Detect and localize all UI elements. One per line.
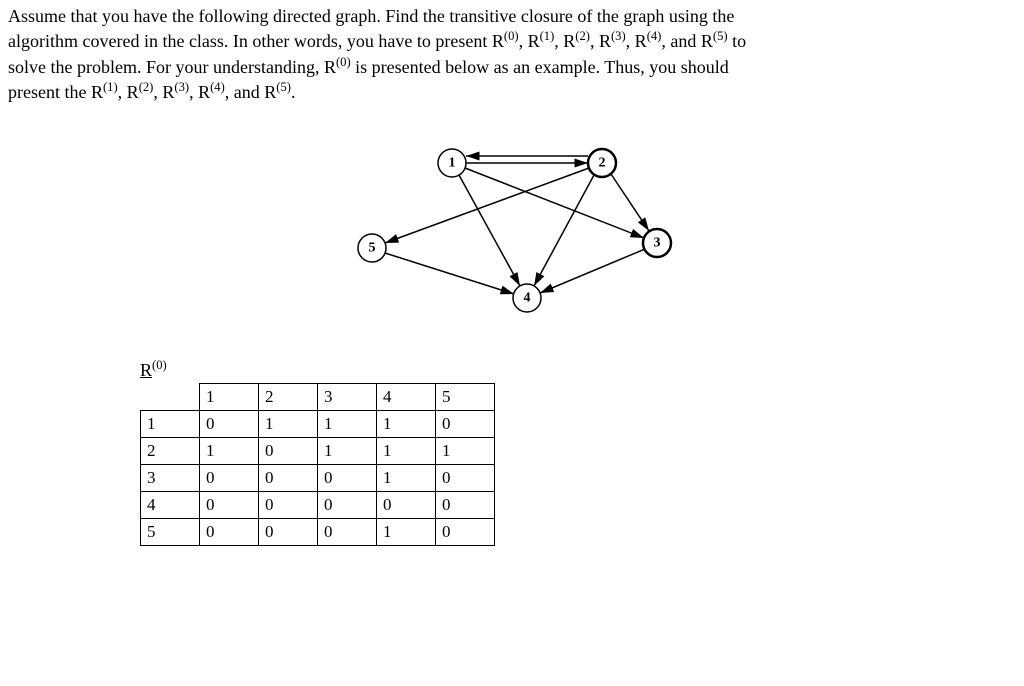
cell: 0 — [200, 465, 259, 492]
text: . — [291, 82, 296, 102]
cell: 1 — [436, 438, 495, 465]
text: , R — [519, 31, 540, 51]
cell: 0 — [436, 465, 495, 492]
text: present the R — [8, 82, 103, 102]
sup: (2) — [139, 80, 154, 94]
row-header: 2 — [141, 438, 200, 465]
col-header: 1 — [200, 384, 259, 411]
cell: 0 — [318, 519, 377, 546]
cell: 1 — [318, 438, 377, 465]
graph-node-1: 1 — [449, 156, 456, 171]
matrix-label-sup: (0) — [152, 358, 167, 372]
text: to — [728, 31, 747, 51]
row-header: 5 — [141, 519, 200, 546]
sup: (1) — [103, 80, 118, 94]
text: , R — [189, 82, 210, 102]
cell: 1 — [377, 465, 436, 492]
graph-node-3: 3 — [654, 236, 661, 251]
sup: (1) — [540, 29, 555, 43]
cell: 0 — [259, 519, 318, 546]
cell: 1 — [377, 438, 436, 465]
sup: (5) — [713, 29, 728, 43]
text: , R — [590, 31, 611, 51]
graph-diagram: 1 2 3 4 5 — [0, 138, 1024, 328]
cell: 1 — [200, 438, 259, 465]
r0-matrix: 1 2 3 4 5 1 0 1 1 1 0 2 1 0 1 1 1 3 0 0 … — [140, 383, 495, 546]
cell: 0 — [200, 519, 259, 546]
col-header: 2 — [259, 384, 318, 411]
sup: (4) — [647, 29, 662, 43]
cell: 0 — [436, 411, 495, 438]
cell: 0 — [259, 465, 318, 492]
cell: 0 — [259, 492, 318, 519]
text: solve the problem. For your understandin… — [8, 57, 336, 77]
cell: 1 — [259, 411, 318, 438]
cell: 0 — [200, 492, 259, 519]
sup: (2) — [575, 29, 590, 43]
col-header: 5 — [436, 384, 495, 411]
cell: 0 — [377, 492, 436, 519]
col-header: 3 — [318, 384, 377, 411]
col-header: 4 — [377, 384, 436, 411]
text: is presented below as an example. Thus, … — [351, 57, 729, 77]
sup: (3) — [611, 29, 626, 43]
cell: 0 — [436, 519, 495, 546]
matrix-corner — [141, 384, 200, 411]
graph-node-5: 5 — [369, 241, 376, 256]
text: Assume that you have the following direc… — [8, 6, 734, 26]
sup: (3) — [174, 80, 189, 94]
matrix-section: R(0) 1 2 3 4 5 1 0 1 1 1 0 2 1 0 1 1 1 3 — [140, 358, 1024, 546]
text: , and R — [661, 31, 713, 51]
row-header: 3 — [141, 465, 200, 492]
matrix-label-r: R — [140, 360, 152, 380]
cell: 1 — [377, 411, 436, 438]
cell: 0 — [259, 438, 318, 465]
matrix-label: R(0) — [140, 358, 1024, 381]
problem-statement: Assume that you have the following direc… — [0, 0, 1024, 108]
cell: 0 — [318, 465, 377, 492]
text: algorithm covered in the class. In other… — [8, 31, 504, 51]
sup: (5) — [276, 80, 291, 94]
text: , R — [626, 31, 647, 51]
text: , R — [153, 82, 174, 102]
graph-node-2: 2 — [599, 156, 606, 171]
sup: (0) — [504, 29, 519, 43]
graph-node-4: 4 — [524, 291, 531, 306]
sup: (4) — [210, 80, 225, 94]
row-header: 1 — [141, 411, 200, 438]
text: , R — [554, 31, 575, 51]
cell: 1 — [377, 519, 436, 546]
cell: 0 — [318, 492, 377, 519]
cell: 0 — [200, 411, 259, 438]
sup: (0) — [336, 55, 351, 69]
cell: 0 — [436, 492, 495, 519]
text: , and R — [225, 82, 277, 102]
row-header: 4 — [141, 492, 200, 519]
cell: 1 — [318, 411, 377, 438]
text: , R — [118, 82, 139, 102]
